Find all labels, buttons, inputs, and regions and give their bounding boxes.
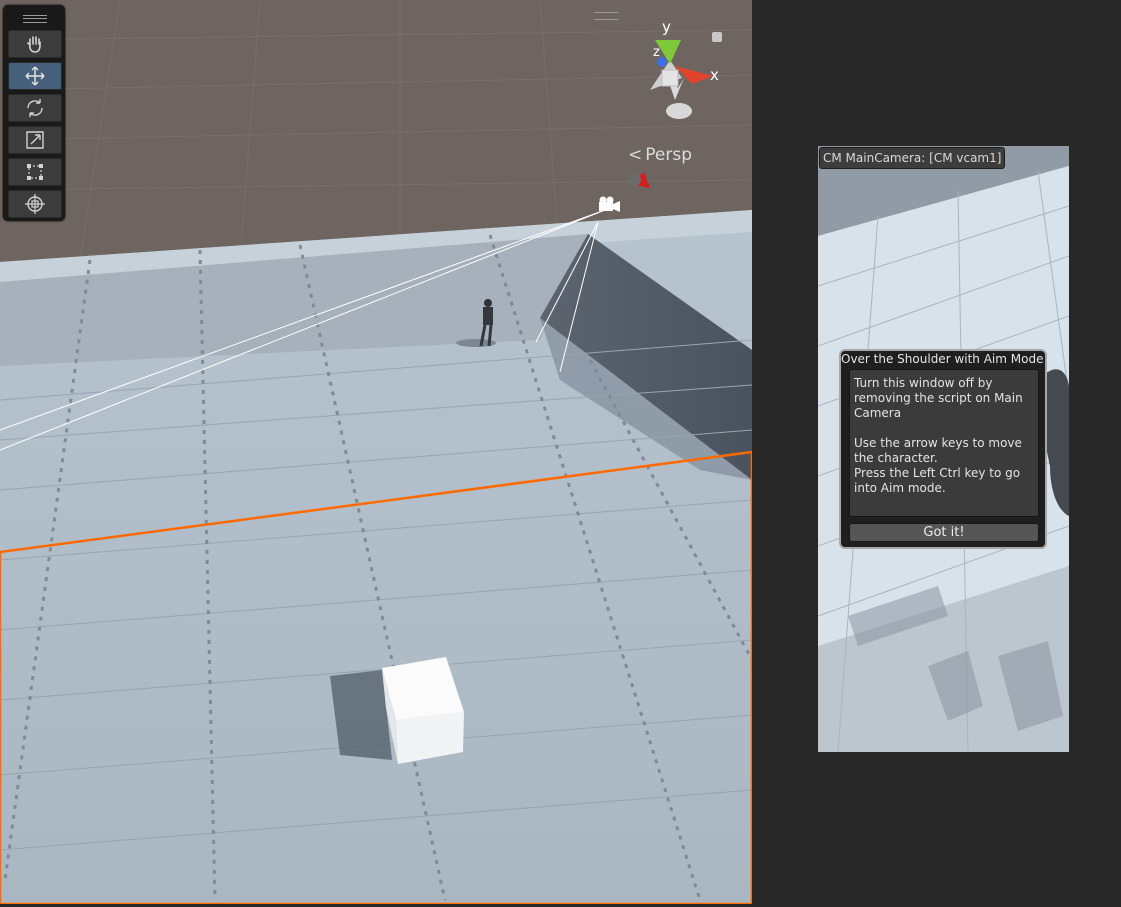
scene-viewport[interactable] [0,0,752,904]
projection-toggle[interactable]: < Persp [628,145,692,165]
hand-tool-icon [27,36,41,53]
help-window: Over the Shoulder with Aim Mode Turn thi… [839,349,1047,549]
orientation-gizmo[interactable]: y z x [620,18,730,124]
rect-tool-button[interactable] [8,158,62,186]
hand-tool-button[interactable] [8,30,62,58]
gizmo-center-cube[interactable] [661,69,679,87]
move-tool-icon [25,66,45,86]
gizmo-x-label: x [710,66,719,84]
gizmo-z-label: z [653,45,660,60]
scene-menu-icon[interactable] [594,12,618,20]
scene-view[interactable]: y z x < Persp [0,0,752,904]
help-window-title[interactable]: Over the Shoulder with Aim Mode [841,351,1045,368]
transform-tool-icon [25,194,45,214]
transform-tool-button[interactable] [8,190,62,218]
scale-tool-icon [26,131,44,149]
game-view[interactable]: CM MainCamera: [CM vcam1] Over the Shoul… [818,146,1069,752]
got-it-button[interactable]: Got it! [849,523,1039,542]
camera-label: CM MainCamera: [CM vcam1] [819,147,1006,169]
projection-label: Persp [645,145,692,165]
move-tool-button[interactable] [8,62,62,90]
chevron-left-icon: < [628,145,643,165]
gizmo-x-cone[interactable] [675,66,713,84]
rect-tool-icon [27,164,43,180]
tool-palette [3,5,65,221]
gizmo-lock-icon[interactable] [712,32,722,42]
gizmo-neg-z-cone[interactable] [666,103,692,119]
scale-tool-button[interactable] [8,126,62,154]
rotate-tool-icon [27,99,43,117]
light-gizmo-icon[interactable] [624,168,654,192]
help-window-text: Turn this window off by removing the scr… [849,369,1039,517]
palette-grip[interactable] [23,15,47,23]
rotate-tool-button[interactable] [8,94,62,122]
gizmo-y-label: y [662,18,671,36]
